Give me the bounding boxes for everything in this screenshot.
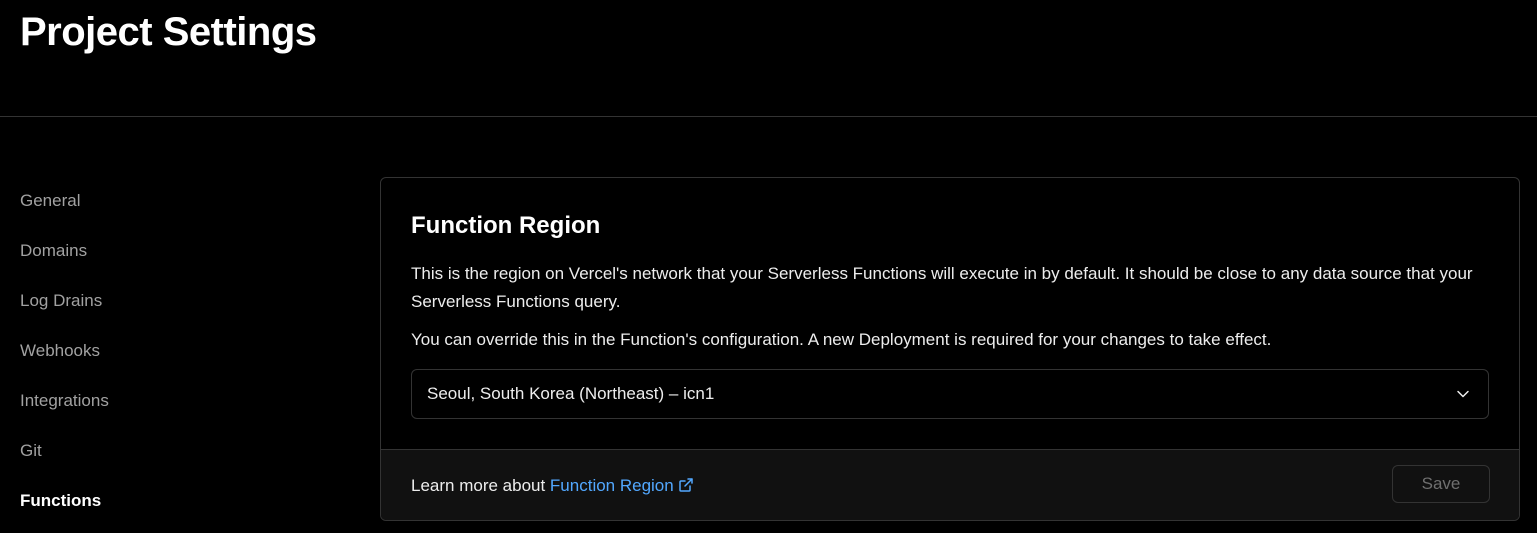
- page-title: Project Settings: [20, 10, 317, 54]
- sidebar-item-log-drains[interactable]: Log Drains: [20, 276, 340, 326]
- region-select[interactable]: Seoul, South Korea (Northeast) – icn1: [411, 369, 1489, 419]
- region-select-value: Seoul, South Korea (Northeast) – icn1: [427, 384, 715, 403]
- sidebar-item-git[interactable]: Git: [20, 426, 340, 476]
- learn-more-prefix: Learn more about: [411, 476, 550, 495]
- function-region-card: Function Region This is the region on Ve…: [380, 177, 1520, 521]
- region-description: This is the region on Vercel's network t…: [411, 264, 1473, 311]
- card-title: Function Region: [411, 212, 601, 239]
- sidebar-item-domains[interactable]: Domains: [20, 226, 340, 276]
- sidebar-item-functions[interactable]: Functions: [20, 476, 340, 526]
- page-header: Project Settings: [0, 0, 1537, 117]
- external-link-icon: [678, 478, 693, 492]
- save-button[interactable]: Save: [1392, 465, 1490, 503]
- sidebar-item-webhooks[interactable]: Webhooks: [20, 326, 340, 376]
- sidebar-item-integrations[interactable]: Integrations: [20, 376, 340, 426]
- project-settings-page: Project Settings General Domains Log Dra…: [0, 0, 1537, 533]
- chevron-down-icon: [1457, 390, 1469, 398]
- card-footer: Learn more about Function Region Save: [381, 449, 1519, 520]
- override-note: You can override this in the Function's …: [411, 330, 1272, 349]
- function-region-link[interactable]: Function Region: [550, 476, 694, 495]
- function-region-link-label: Function Region: [549, 476, 674, 495]
- sidebar-item-general[interactable]: General: [20, 176, 340, 226]
- settings-sidebar: General Domains Log Drains Webhooks Inte…: [20, 176, 340, 526]
- learn-more-text: Learn more about Function Region: [411, 450, 694, 520]
